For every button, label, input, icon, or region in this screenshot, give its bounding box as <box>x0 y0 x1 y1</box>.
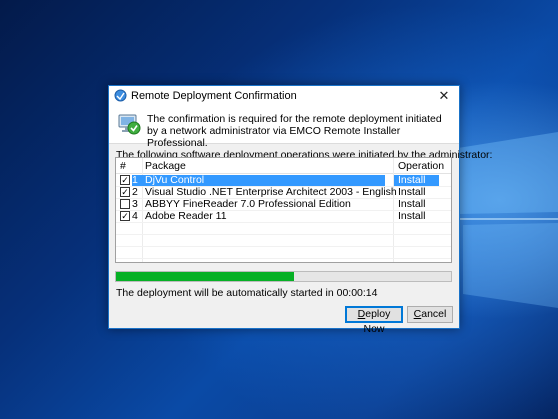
list-row[interactable]: ✓ 4 Adobe Reader 11 Install <box>116 210 451 223</box>
row-number: 2 <box>132 186 138 198</box>
list-row-empty <box>116 247 451 259</box>
progress-fill <box>116 272 294 281</box>
row-checkbox[interactable]: ✓ <box>120 211 130 221</box>
app-icon <box>114 89 127 102</box>
row-checkbox[interactable]: ✓ <box>120 187 130 197</box>
column-header-package[interactable]: Package <box>145 160 186 172</box>
row-checkbox[interactable] <box>120 199 130 209</box>
confirmation-message: The confirmation is required for the rem… <box>147 113 442 149</box>
row-package: Visual Studio .NET Enterprise Architect … <box>145 186 397 198</box>
network-deploy-icon <box>118 114 141 135</box>
close-button[interactable]: ✕ <box>429 86 459 106</box>
row-number: 3 <box>132 198 138 210</box>
dialog-title: Remote Deployment Confirmation <box>131 90 297 102</box>
close-icon: ✕ <box>438 88 450 103</box>
list-row-empty <box>116 223 451 235</box>
row-operation: Install <box>398 198 426 210</box>
cancel-label: ancel <box>421 308 447 320</box>
row-operation: Install <box>398 186 426 198</box>
deployment-progress-bar <box>115 271 452 282</box>
row-package: DjVu Control <box>145 174 205 186</box>
row-number: 1 <box>132 174 138 186</box>
column-header-num[interactable]: # <box>120 160 126 172</box>
list-header: # Package Operation <box>116 158 451 174</box>
remote-deployment-dialog: Remote Deployment Confirmation ✕ The con… <box>108 85 492 335</box>
row-operation: Install <box>398 210 426 222</box>
package-list[interactable]: # Package Operation ✓ 1 DjVu Control Ins… <box>115 157 452 263</box>
title-bar[interactable]: Remote Deployment Confirmation ✕ <box>109 86 459 106</box>
deploy-now-button[interactable]: Deploy Now <box>345 306 403 335</box>
column-header-operation[interactable]: Operation <box>398 160 444 172</box>
cancel-button[interactable]: Cancel <box>407 306 453 323</box>
row-operation: Install <box>398 174 426 186</box>
row-package: Adobe Reader 11 <box>145 210 227 222</box>
row-checkbox[interactable]: ✓ <box>120 175 130 185</box>
dialog-header: The confirmation is required for the rem… <box>109 106 459 149</box>
list-row-empty <box>116 235 451 247</box>
countdown-status: The deployment will be automatically sta… <box>116 287 378 299</box>
row-number: 4 <box>132 210 138 222</box>
row-package: ABBYY FineReader 7.0 Professional Editio… <box>145 198 351 210</box>
